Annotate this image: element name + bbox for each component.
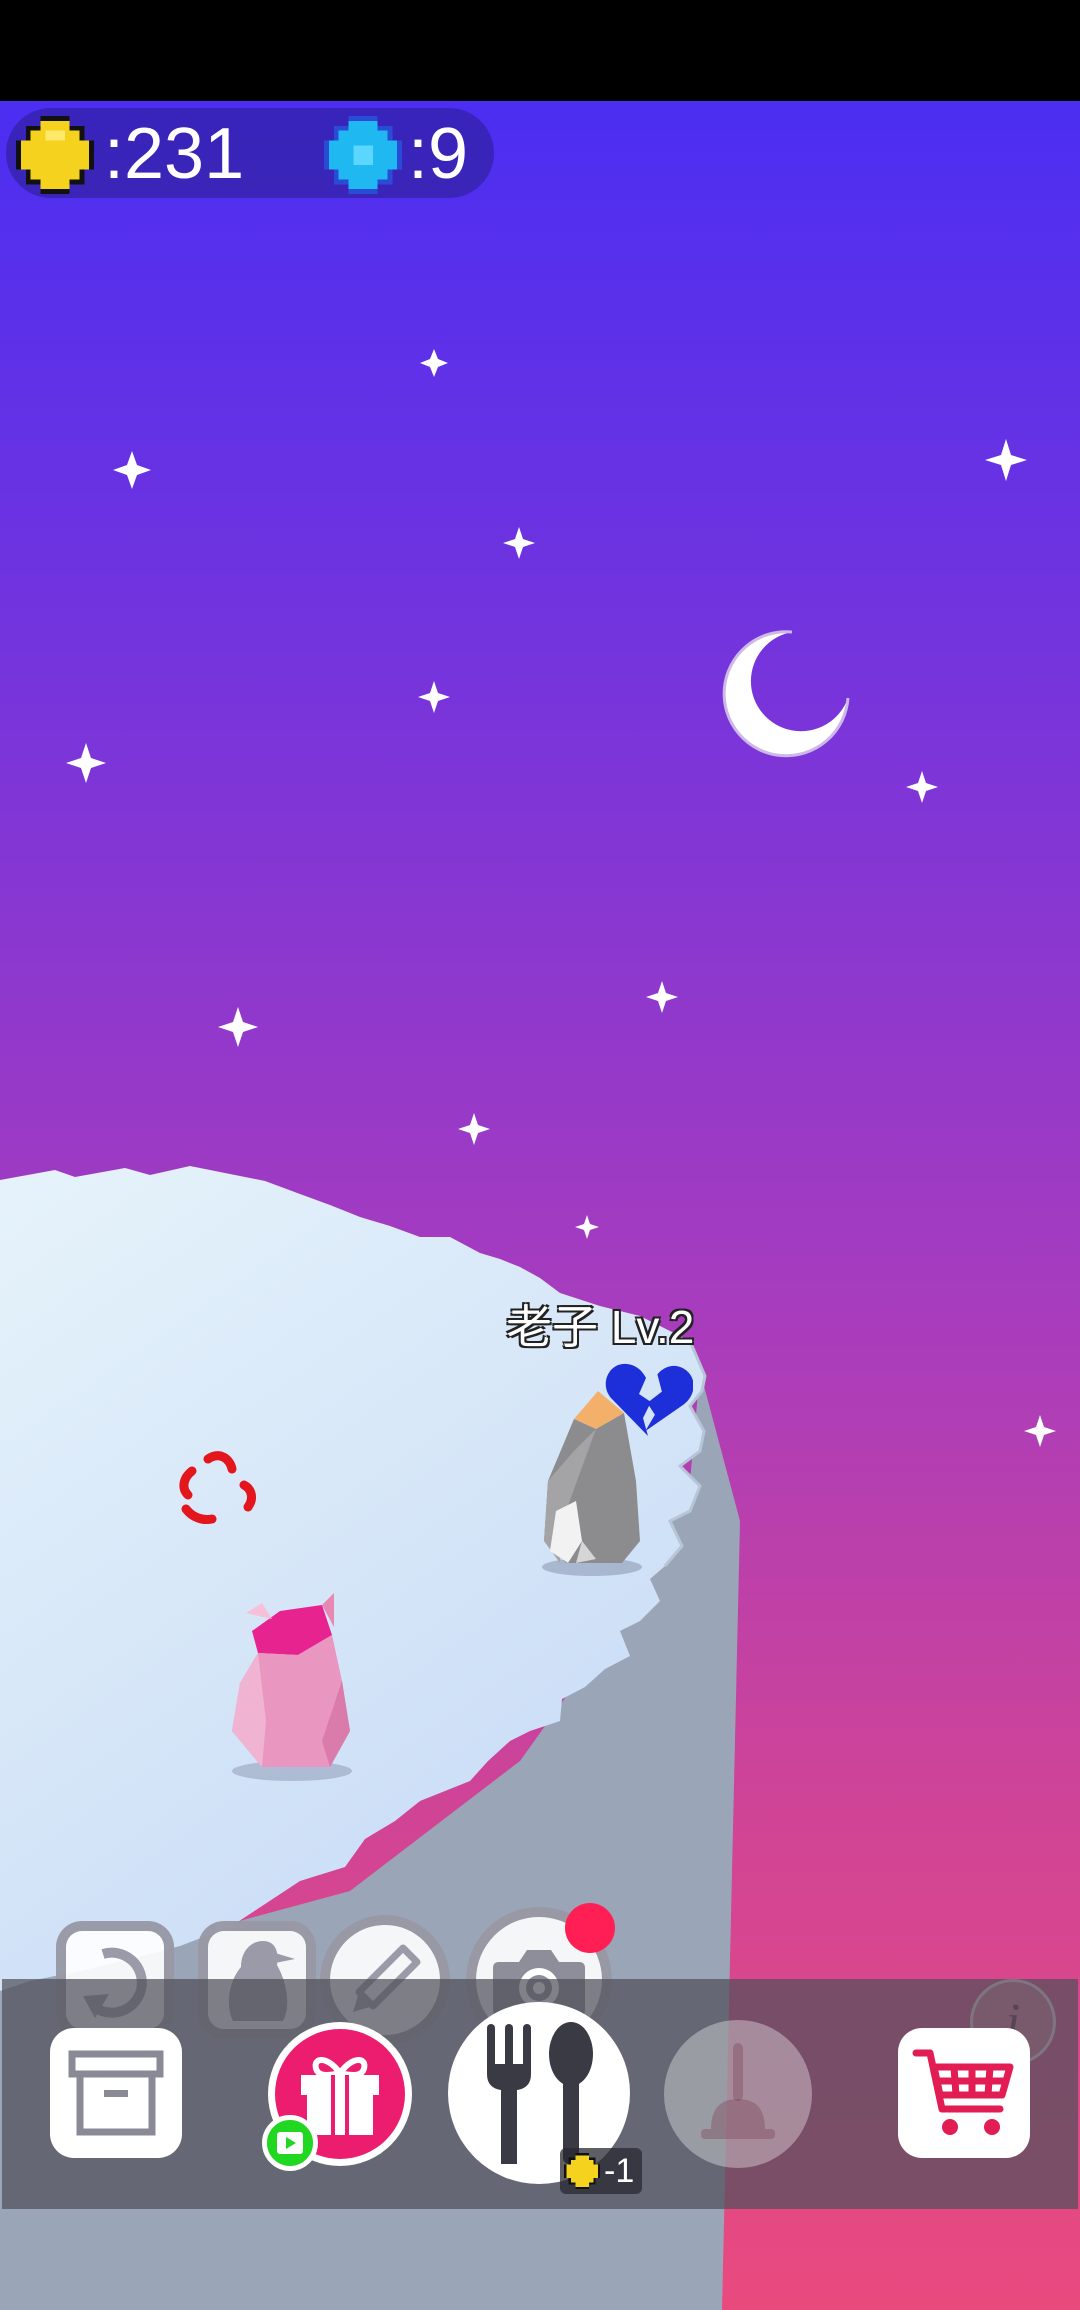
- currency-bar: :231 :9: [6, 108, 494, 198]
- storage-box-button[interactable]: [50, 2028, 182, 2158]
- video-badge: [262, 2115, 318, 2171]
- gray-penguin[interactable]: [536, 1391, 646, 1576]
- play-video-icon: [277, 2132, 303, 2154]
- box-icon: [68, 2050, 164, 2136]
- pink-penguin[interactable]: [222, 1591, 362, 1781]
- coin-count: :231: [104, 114, 245, 194]
- coin-icon: [16, 116, 94, 194]
- penguin-name-label: 老子 Lv.2: [506, 1301, 695, 1353]
- plunger-icon: [701, 2043, 775, 2139]
- shop-button[interactable]: [898, 2028, 1030, 2158]
- clean-button[interactable]: [664, 2020, 812, 2168]
- cart-icon: [912, 2049, 1014, 2135]
- gem-icon: [324, 116, 402, 194]
- notification-badge: [565, 1903, 615, 1953]
- coin-icon: [564, 2153, 600, 2189]
- feed-cost: -1: [604, 2151, 635, 2190]
- anger-icon: [179, 1451, 256, 1524]
- fork-spoon-icon: [487, 2022, 593, 2164]
- feed-cost-tag: -1: [560, 2148, 643, 2194]
- gem-count: :9: [408, 114, 469, 194]
- status-bar: [0, 0, 1080, 101]
